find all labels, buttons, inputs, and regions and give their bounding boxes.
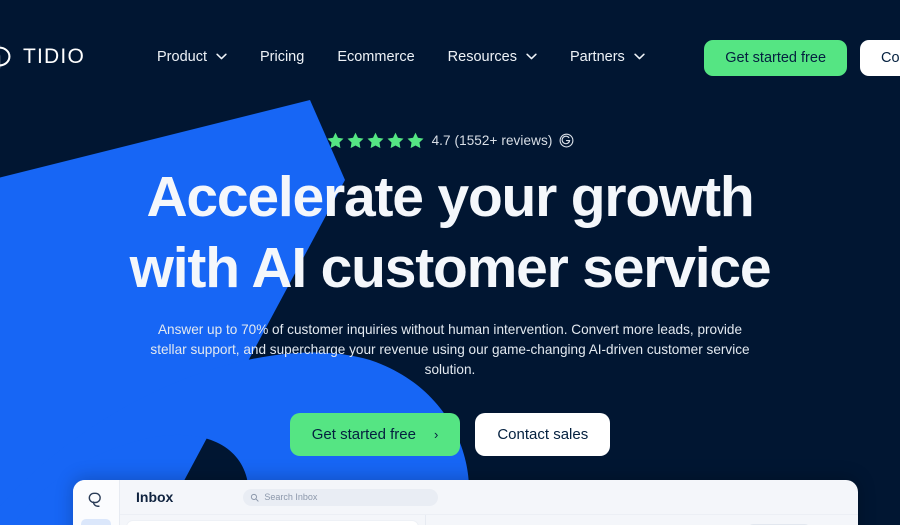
nav-contact-button[interactable]: Contact <box>860 40 900 76</box>
app-inbox-title: Inbox <box>136 489 174 505</box>
app-sidebar-rail <box>73 480 120 525</box>
app-conversation-panel <box>425 515 858 525</box>
app-content-body <box>120 514 858 525</box>
headline-line-2: with AI customer service <box>129 236 772 300</box>
tidio-bubble-logo-icon <box>0 44 11 68</box>
nav-item-partners-label: Partners <box>569 48 625 65</box>
chat-bubble-icon[interactable] <box>86 490 106 510</box>
star-icon <box>367 132 384 149</box>
brand-logo[interactable]: TIDIO <box>0 42 85 72</box>
nav-item-ecommerce[interactable]: Ecommerce <box>337 49 414 65</box>
app-conversation-list <box>120 515 425 525</box>
nav-item-pricing-label: Pricing <box>259 48 305 65</box>
star-icon <box>327 132 344 149</box>
chevron-down-icon <box>526 53 537 60</box>
app-preview-panel: Inbox Search Inbox <box>73 480 858 525</box>
hero-subtitle: Answer up to 70% of customer inquiries w… <box>140 320 760 380</box>
nav-actions: Get started free Contact <box>704 40 900 76</box>
search-icon <box>251 493 259 502</box>
star-icon <box>347 132 364 149</box>
nav-item-resources[interactable]: Resources <box>448 49 537 65</box>
app-search-placeholder: Search Inbox <box>264 492 318 502</box>
hero-section: 4.7 (1552+ reviews) Accelerate your grow… <box>0 131 900 456</box>
nav-item-product-label: Product <box>157 48 207 65</box>
app-rail-active-item[interactable] <box>81 519 111 525</box>
star-icon <box>407 132 424 149</box>
nav-get-started-free-button[interactable]: Get started free <box>704 40 848 76</box>
rating-badge[interactable]: 4.7 (1552+ reviews) <box>0 131 900 150</box>
app-main-area: Inbox Search Inbox <box>120 480 858 525</box>
chevron-down-icon <box>216 53 227 60</box>
top-navigation: TIDIO Product Pricing Ecommerce Resource… <box>0 0 900 113</box>
nav-links: Product Pricing Ecommerce Resources Part… <box>157 49 645 65</box>
nav-item-product[interactable]: Product <box>157 49 227 65</box>
chevron-right-icon: › <box>433 427 439 442</box>
rating-text: 4.7 (1552+ reviews) <box>431 133 553 148</box>
star-icon <box>387 132 404 149</box>
hero-subtitle-line-2: support, and supercharge your revenue us… <box>190 342 750 377</box>
nav-item-ecommerce-label: Ecommerce <box>337 48 415 65</box>
g2-logo-icon <box>559 133 574 148</box>
nav-item-partners[interactable]: Partners <box>570 49 645 65</box>
hero-cta-group: Get started free › Contact sales <box>0 413 900 456</box>
app-topbar: Inbox Search Inbox <box>120 480 858 514</box>
app-search-input[interactable]: Search Inbox <box>243 488 439 506</box>
brand-name: TIDIO <box>23 44 85 68</box>
nav-item-pricing[interactable]: Pricing <box>260 49 304 65</box>
headline-line-1: Accelerate your growth <box>146 165 754 229</box>
hero-contact-sales-button[interactable]: Contact sales <box>475 413 611 456</box>
hero-get-started-free-label: Get started free <box>311 426 416 443</box>
nav-item-resources-label: Resources <box>447 48 517 65</box>
page-title: Accelerate your growth with AI customer … <box>0 162 900 304</box>
chevron-down-icon <box>634 53 645 60</box>
list-item[interactable] <box>126 520 419 525</box>
star-rating <box>326 131 425 150</box>
hero-get-started-free-button[interactable]: Get started free › <box>289 413 461 456</box>
